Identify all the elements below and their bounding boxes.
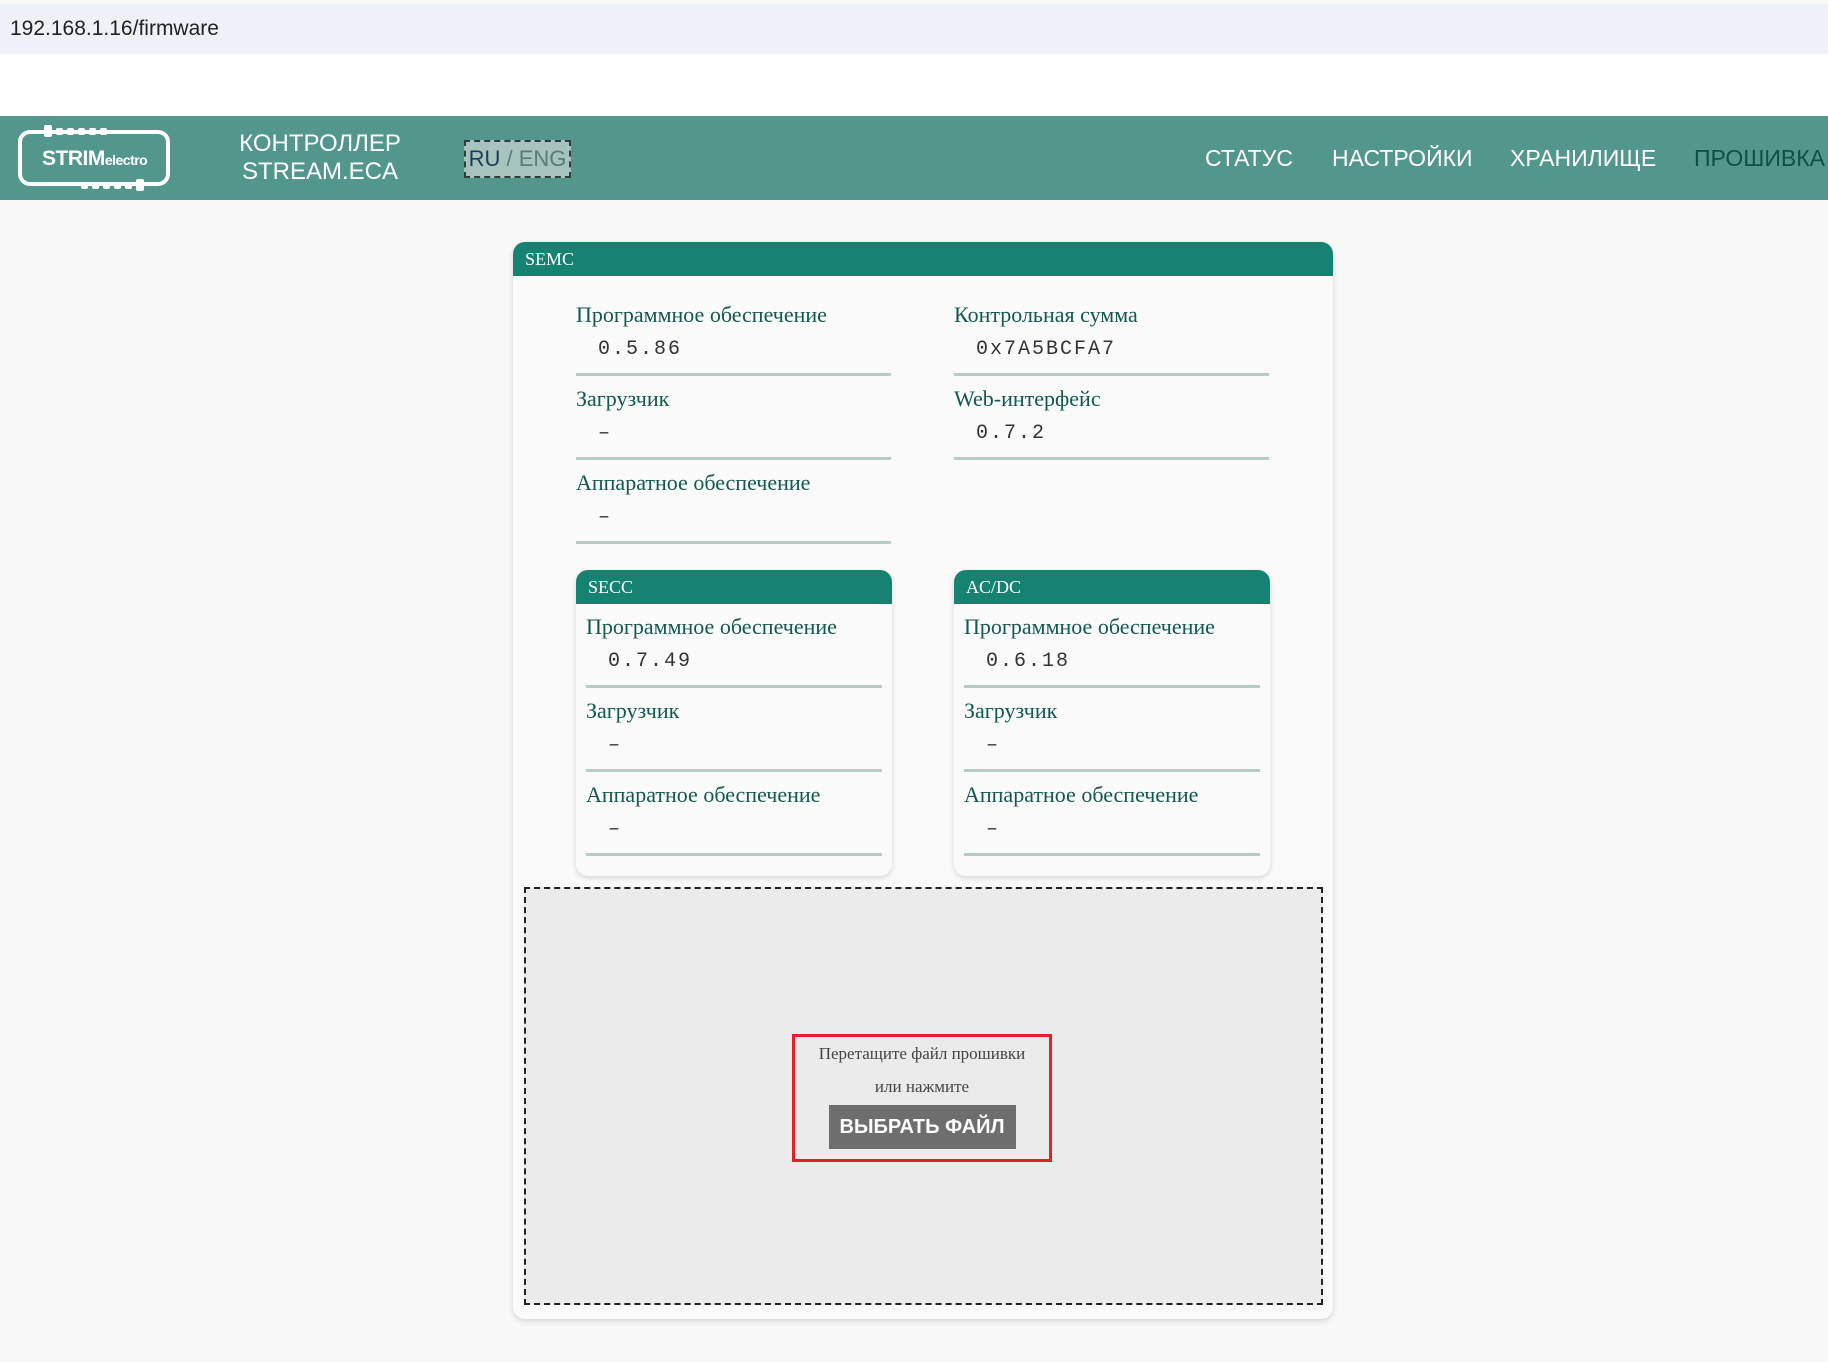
field-value: –	[986, 818, 1001, 841]
field-label: Аппаратное обеспечение	[964, 782, 1199, 807]
drop-or-click: или нажмите	[874, 1077, 970, 1096]
nav-firmware[interactable]: ПРОШИВКА	[1694, 144, 1825, 172]
semc-card: SEMC Программное обеспечение 0.5.86 Конт…	[513, 242, 1333, 1319]
firmware-dropzone[interactable]: Перетащите файл прошивки или нажмите ВЫБ…	[524, 887, 1323, 1305]
field-value: –	[608, 818, 623, 841]
secc-software-field: Программное обеспечение 0.7.49	[586, 604, 882, 688]
field-value: –	[598, 422, 613, 445]
lang-separator: /	[500, 146, 519, 171]
brand-line-2: STREAM.ECA	[241, 158, 399, 185]
secc-hardware-field: Аппаратное обеспечение –	[586, 772, 882, 856]
field-value: –	[986, 734, 1001, 757]
semc-checksum-field: Контрольная сумма 0x7A5BCFA7	[954, 292, 1269, 376]
acdc-card: AC/DC Программное обеспечение 0.6.18 Заг…	[954, 570, 1270, 876]
drop-instruction: Перетащите файл прошивки	[818, 1044, 1026, 1063]
field-value: 0.6.18	[986, 650, 1071, 673]
semc-hardware-field: Аппаратное обеспечение –	[576, 460, 891, 544]
brand-title: КОНТРОЛЛЕР STREAM.ECA	[215, 130, 425, 186]
field-label: Программное обеспечение	[964, 614, 1215, 639]
field-value: 0.5.86	[598, 338, 683, 361]
page-top-strip	[0, 54, 1828, 116]
acdc-bootloader-field: Загрузчик –	[964, 688, 1260, 772]
field-value: 0.7.2	[976, 422, 1047, 445]
field-label: Web-интерфейс	[954, 386, 1101, 411]
semc-software-field: Программное обеспечение 0.5.86	[576, 292, 891, 376]
secc-card-header: SECC	[576, 570, 892, 604]
field-value: 0x7A5BCFA7	[976, 338, 1117, 361]
acdc-hardware-field: Аппаратное обеспечение –	[964, 772, 1260, 856]
semc-web-interface-field: Web-интерфейс 0.7.2	[954, 376, 1269, 460]
field-label: Аппаратное обеспечение	[586, 782, 821, 807]
field-label: Загрузчик	[576, 386, 670, 411]
acdc-card-header: AC/DC	[954, 570, 1270, 604]
logo-plug-icon	[44, 125, 107, 137]
upload-prompt: Перетащите файл прошивки или нажмите ВЫБ…	[792, 1034, 1052, 1162]
field-label: Программное обеспечение	[576, 302, 827, 327]
url-text: 192.168.1.16/firmware	[10, 17, 219, 40]
field-value: –	[608, 734, 623, 757]
brand-line-1: КОНТРОЛЛЕР	[239, 130, 401, 157]
semc-bootloader-field: Загрузчик –	[576, 376, 891, 460]
strim-electro-logo[interactable]: STRIMelectro	[18, 125, 170, 191]
nav-storage[interactable]: ХРАНИЛИЩЕ	[1510, 144, 1656, 172]
field-label: Программное обеспечение	[586, 614, 837, 639]
address-bar[interactable]: 192.168.1.16/firmware	[0, 4, 1828, 54]
field-label: Загрузчик	[586, 698, 680, 723]
logo-plug-icon-bottom	[81, 179, 144, 191]
lang-ru[interactable]: RU	[469, 146, 501, 171]
secc-card: SECC Программное обеспечение 0.7.49 Загр…	[576, 570, 892, 876]
logo-text: STRIMelectro	[42, 147, 148, 170]
secc-bootloader-field: Загрузчик –	[586, 688, 882, 772]
lang-eng[interactable]: ENG	[519, 146, 567, 171]
language-switch[interactable]: RU / ENG	[464, 140, 571, 178]
choose-file-button[interactable]: ВЫБРАТЬ ФАЙЛ	[828, 1105, 1016, 1149]
field-label: Аппаратное обеспечение	[576, 470, 811, 495]
field-label: Контрольная сумма	[954, 302, 1138, 327]
nav-status[interactable]: СТАТУС	[1205, 144, 1293, 172]
top-navbar: STRIMelectro КОНТРОЛЛЕР STREAM.ECA RU / …	[0, 116, 1828, 200]
field-label: Загрузчик	[964, 698, 1058, 723]
semc-card-header: SEMC	[513, 242, 1333, 276]
field-value: 0.7.49	[608, 650, 693, 673]
acdc-software-field: Программное обеспечение 0.6.18	[964, 604, 1260, 688]
field-value: –	[598, 506, 613, 529]
nav-settings[interactable]: НАСТРОЙКИ	[1332, 144, 1473, 172]
